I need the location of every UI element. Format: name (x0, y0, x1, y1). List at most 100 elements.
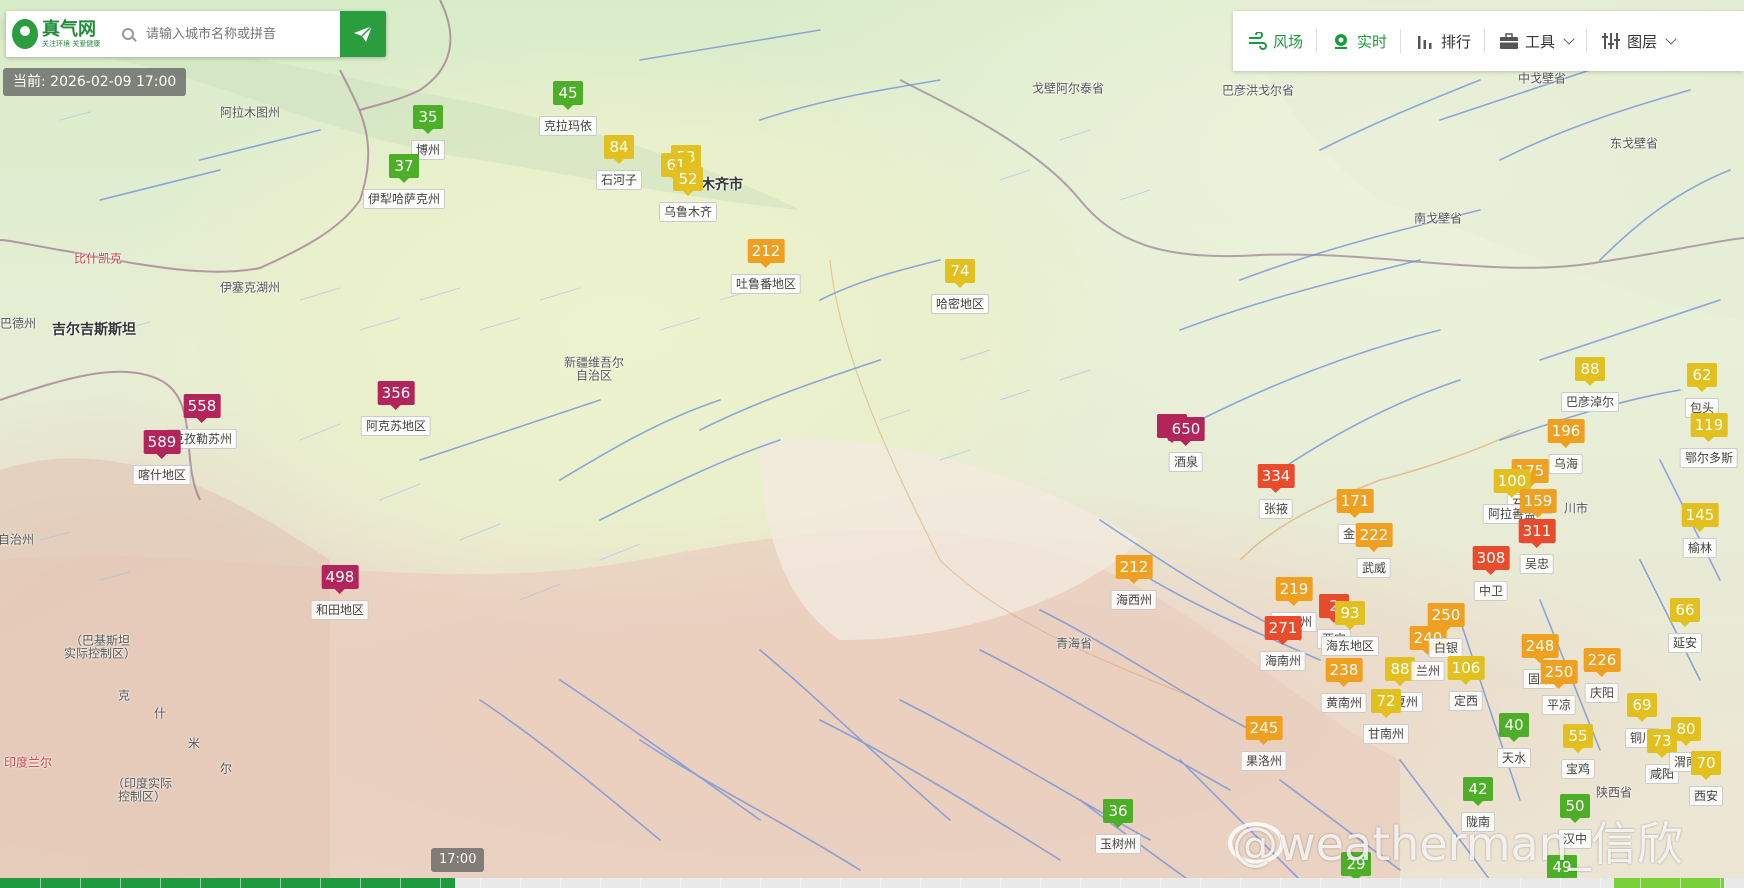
aqi-value: 271 (1264, 616, 1302, 640)
aqi-value: 80 (1671, 717, 1701, 741)
station-name: 克拉玛依 (538, 116, 598, 136)
aqi-station-marker[interactable]: 222 武威 (1355, 523, 1393, 578)
map-toolbar: 风场 实时 排行 工具 图层 (1233, 11, 1744, 71)
aqi-station-marker[interactable]: 159银川 (1519, 489, 1557, 544)
aqi-station-marker[interactable]: 589 喀什地区 (132, 430, 191, 485)
aqi-station-marker[interactable]: 145 榆林 (1681, 503, 1719, 558)
timeline-tick (1360, 878, 1361, 888)
aqi-station-marker[interactable]: 69 铜川 (1624, 693, 1660, 748)
aqi-station-marker[interactable]: 196 乌海 (1547, 419, 1585, 474)
aqi-station-marker[interactable]: 36 玉树州 (1094, 799, 1142, 854)
aqi-value: 558 (183, 394, 221, 418)
aqi-station-marker[interactable]: 558 克孜勒苏州 (166, 394, 237, 449)
timeline-tick (720, 878, 721, 888)
aqi-station-marker[interactable]: 40 天水 (1496, 713, 1532, 768)
tool-layers-dropdown[interactable]: 图层 (1587, 11, 1689, 71)
aqi-value: 308 (1472, 546, 1510, 570)
aqi-station-marker[interactable]: 119 鄂尔多斯 (1679, 413, 1738, 468)
aqi-station-marker[interactable]: 498 和田地区 (310, 565, 369, 620)
tool-ranking[interactable]: 排行 (1401, 11, 1486, 71)
aqi-station-marker[interactable]: 226 庆阳 (1583, 648, 1621, 703)
tool-tools-dropdown[interactable]: 工具 (1485, 11, 1588, 71)
aqi-station-marker[interactable]: 45 克拉玛依 (538, 81, 598, 136)
search-icon (122, 28, 134, 40)
aqi-station-marker[interactable]: 238 黄南州 (1320, 658, 1367, 713)
station-name: 乌鲁木齐 (658, 202, 718, 222)
aqi-value: 196 (1547, 419, 1585, 443)
aqi-value: 248 (1521, 634, 1559, 658)
aqi-station-marker[interactable]: 248固原 (1521, 634, 1559, 689)
aqi-station-marker[interactable]: 650 酒泉 (1167, 417, 1205, 472)
aqi-station-marker[interactable]: 88 巴彦淖尔 (1560, 357, 1620, 412)
logo-text: 真气网 关注环境 关爱健康 (42, 19, 100, 49)
aqi-station-marker[interactable]: 93 海东地区 (1320, 601, 1380, 656)
timeline-tick (640, 878, 641, 888)
aqi-station-marker[interactable]: 250 白银 (1427, 603, 1465, 658)
aqi-station-marker[interactable]: 52 乌鲁木齐 (658, 167, 718, 222)
timeline-tick (400, 878, 401, 888)
station-name: 海南州 (1259, 651, 1306, 671)
aqi-station-marker[interactable]: 171金昌 (1336, 489, 1374, 544)
aqi-station-marker[interactable]: 308 中卫 (1472, 546, 1510, 601)
station-name: 延安 (1667, 633, 1703, 653)
tool-layers-label: 图层 (1627, 32, 1658, 51)
aqi-station-marker[interactable]: 72 甘南州 (1362, 689, 1410, 744)
place-label: 吉尔吉斯斯坦 (52, 322, 136, 338)
map-canvas[interactable]: 阿拉木图州 比什凯克 伊塞克湖州 吉尔吉斯斯坦 巴德州 新疆维吾尔 自治区 乌鲁木齐市 戈壁阿尔… (0, 0, 1744, 888)
timeline-tick (1000, 878, 1001, 888)
logo[interactable]: 真气网 关注环境 关爱健康 (6, 11, 116, 57)
aqi-station-marker[interactable]: 356 阿克苏地区 (360, 381, 431, 436)
tool-realtime[interactable]: 实时 (1317, 11, 1402, 71)
place-label: 陕西省 (1595, 785, 1633, 800)
aqi-station-marker[interactable]: 271 海南州 (1259, 616, 1306, 671)
aqi-station-marker[interactable]: 62 包头 (1684, 363, 1720, 418)
aqi-station-marker[interactable]: 311 吴忠 (1518, 519, 1556, 574)
aqi-station-marker[interactable]: 42 陇南 (1460, 777, 1496, 832)
station-name: 兰州 (1410, 661, 1445, 681)
station-name: 黄南州 (1320, 693, 1367, 713)
timeline-forecast-segment (1614, 878, 1724, 888)
aqi-station-marker[interactable]: 212 吐鲁番地区 (730, 239, 801, 294)
aqi-station-marker[interactable]: 212 海西州 (1110, 555, 1157, 610)
place-label: 比什凯克 (73, 251, 123, 266)
timeline-tick (680, 878, 681, 888)
timeline-slider[interactable] (0, 878, 1744, 888)
search-submit-button[interactable] (340, 11, 386, 57)
aqi-value: 171 (1336, 489, 1374, 513)
location-icon (1335, 34, 1348, 49)
place-label: 戈壁阿尔泰省 (1031, 81, 1105, 96)
place-label: 中戈壁省 (1517, 71, 1567, 86)
station-name: 宝鸡 (1560, 759, 1596, 779)
aqi-value: 72 (1371, 689, 1401, 713)
aqi-value: 84 (604, 135, 634, 159)
aqi-value: 36 (1103, 799, 1133, 823)
aqi-station-marker[interactable]: 106 定西 (1447, 656, 1485, 711)
timeline-tick (920, 878, 921, 888)
timeline-tick (1120, 878, 1121, 888)
aqi-station-marker[interactable]: 70 西安 (1688, 751, 1724, 806)
aqi-station-marker[interactable]: 80 渭南 (1668, 717, 1704, 772)
place-label: 南戈壁省 (1413, 211, 1463, 226)
search-box: 真气网 关注环境 关爱健康 (6, 11, 386, 57)
timeline-tick (560, 878, 561, 888)
timeline-tick (120, 878, 121, 888)
timeline-tick (440, 878, 441, 888)
station-name: 喀什地区 (132, 465, 191, 485)
aqi-station-marker[interactable]: 35 博州 (410, 105, 446, 160)
aqi-station-marker[interactable]: 84 石河子 (595, 135, 643, 190)
aqi-station-marker[interactable]: 250 平凉 (1540, 660, 1578, 715)
aqi-value: 69 (1627, 693, 1657, 717)
aqi-station-marker[interactable]: 334 张掖 (1257, 464, 1295, 519)
station-name: 定西 (1448, 691, 1483, 711)
timeline-tick (1080, 878, 1081, 888)
aqi-station-marker[interactable]: 219海北州 (1270, 577, 1317, 632)
tool-wind[interactable]: 风场 (1233, 11, 1318, 71)
aqi-station-marker[interactable]: 74 哈密地区 (930, 259, 990, 314)
station-name: 中卫 (1473, 581, 1508, 601)
aqi-station-marker[interactable]: 66 延安 (1667, 598, 1703, 653)
aqi-station-marker[interactable]: 245 果洛州 (1240, 716, 1287, 771)
aqi-station-marker[interactable]: 55 宝鸡 (1560, 724, 1596, 779)
aqi-station-marker[interactable]: 37 伊犁哈萨克州 (362, 154, 446, 209)
timeline-time-tag: 17:00 (431, 848, 485, 872)
search-input[interactable] (144, 25, 328, 43)
